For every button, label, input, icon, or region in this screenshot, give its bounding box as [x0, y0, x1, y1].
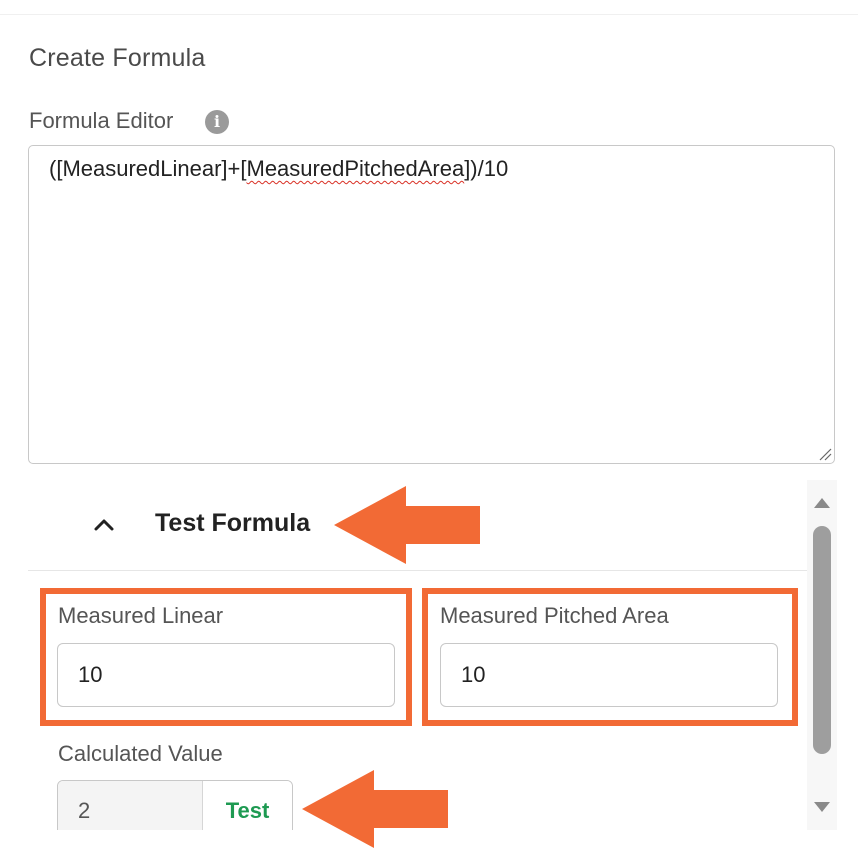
vertical-scrollbar[interactable] — [807, 480, 837, 830]
calculated-value-group: 2 Test — [57, 780, 293, 830]
calculated-value-label: Calculated Value — [58, 741, 223, 766]
page-title: Create Formula — [29, 44, 206, 72]
measured-pitched-area-label: Measured Pitched Area — [440, 603, 669, 628]
scroll-thumb[interactable] — [813, 526, 831, 754]
test-button[interactable]: Test — [203, 781, 292, 830]
test-formula-panel: Test Formula Measured Linear 10 Measured… — [28, 480, 838, 830]
test-formula-header[interactable]: Test Formula — [28, 480, 808, 571]
test-formula-title: Test Formula — [155, 509, 311, 537]
measured-linear-input[interactable]: 10 — [57, 643, 395, 707]
scroll-up-icon[interactable] — [813, 496, 831, 510]
formula-suffix: ])/10 — [464, 156, 509, 181]
resize-grip-icon[interactable] — [818, 447, 832, 461]
chevron-up-icon[interactable] — [92, 512, 116, 536]
top-divider — [0, 14, 858, 15]
measured-linear-label: Measured Linear — [58, 603, 224, 628]
info-icon[interactable]: i — [205, 110, 229, 134]
measured-pitched-area-input[interactable]: 10 — [440, 643, 778, 707]
calculated-value-field: 2 — [58, 781, 203, 830]
formula-prefix: ([MeasuredLinear]+[ — [49, 156, 247, 181]
formula-editor-textarea[interactable]: ([MeasuredLinear]+[MeasuredPitchedArea])… — [28, 145, 835, 464]
formula-text: ([MeasuredLinear]+[MeasuredPitchedArea])… — [49, 156, 508, 182]
spellcheck-flagged-token: MeasuredPitchedArea — [246, 156, 465, 181]
formula-editor-label: Formula Editor — [29, 108, 174, 133]
scroll-down-icon[interactable] — [813, 800, 831, 814]
